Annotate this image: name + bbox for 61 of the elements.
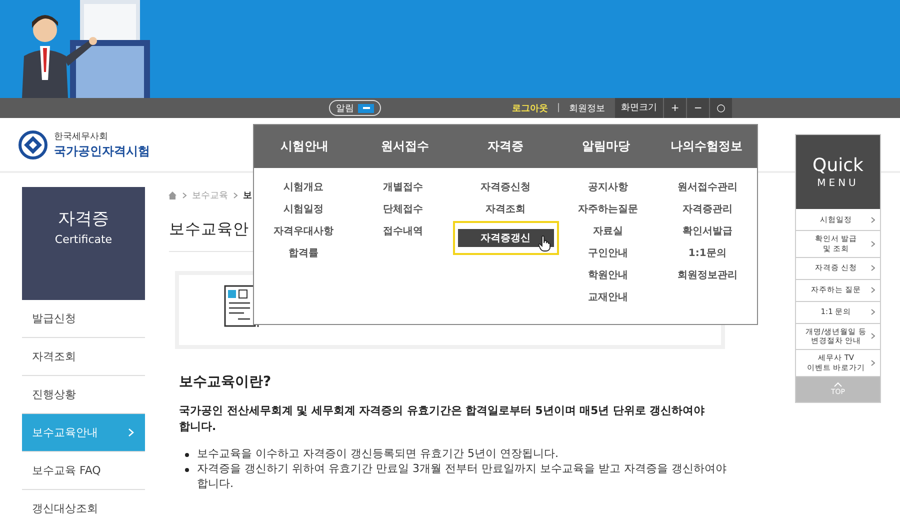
- menu-tab[interactable]: 알림마당: [556, 125, 656, 168]
- section-subtitle: Certificate: [54, 233, 112, 246]
- menu-item[interactable]: 접수내역: [378, 224, 427, 238]
- logo-icon: [18, 130, 48, 160]
- menu-tab[interactable]: 시험안내: [254, 125, 355, 168]
- caret-up-icon: [834, 382, 842, 387]
- chevron-icon: [128, 428, 135, 437]
- section-title: 자격증: [58, 208, 109, 230]
- breadcrumb-link[interactable]: 보: [243, 188, 252, 202]
- quick-menu-title: Quick: [812, 155, 864, 176]
- sidebar-item[interactable]: 갱신대상조회: [22, 490, 145, 522]
- menu-tab[interactable]: 자격증: [455, 125, 556, 168]
- chevron-icon: [871, 360, 875, 366]
- menu-item[interactable]: 자료실: [589, 224, 628, 238]
- menu-item[interactable]: 자격증갱신: [458, 229, 554, 247]
- font-size-label: 화면크기: [615, 98, 664, 118]
- menu-item[interactable]: 회원정보관리: [673, 268, 742, 282]
- chevron-icon: [182, 192, 187, 198]
- lead-paragraph: 국가공인 전산세무회계 및 세무회계 자격증의 유효기간은 합격일로부터 5년이며 매5년 단위로 갱신하여야 합니다.: [179, 403, 706, 436]
- chevron-icon: [871, 216, 875, 222]
- bullet-icon: [185, 468, 189, 472]
- menu-item[interactable]: 자격우대사항: [270, 224, 338, 238]
- home-icon: [168, 190, 177, 200]
- chevron-icon: [871, 309, 875, 315]
- chevron-icon: [233, 192, 238, 198]
- section-heading: 보수교육이란?: [179, 373, 272, 391]
- chevron-icon: [871, 265, 875, 271]
- organization-name: 한국세무사회: [54, 130, 109, 142]
- font-size-button[interactable]: +: [663, 98, 686, 118]
- alert-toggle[interactable]: 알림: [329, 100, 381, 116]
- member-info-link[interactable]: 회원정보: [569, 102, 606, 114]
- bullet-item: 자격증을 갱신하기 위하여 유효기간 만료일 3개월 전부터 만료일까지 보수교육을 받고 자격증을 갱신하여야 합니다.: [197, 462, 728, 492]
- font-size-button[interactable]: ○: [709, 98, 732, 118]
- quick-menu-subtitle: MENU: [817, 178, 859, 189]
- menu-item[interactable]: 자격조회: [482, 202, 530, 216]
- menu-tab[interactable]: 나의수험정보: [656, 125, 757, 168]
- sidebar-item[interactable]: 보수교육 FAQ: [22, 452, 145, 490]
- menu-item[interactable]: 단체접수: [378, 202, 427, 216]
- bullet-icon: [185, 453, 189, 458]
- menu-item[interactable]: 학원안내: [584, 268, 632, 282]
- menu-item[interactable]: 공지사항: [584, 180, 632, 194]
- menu-item[interactable]: 교재안내: [584, 290, 632, 304]
- menu-item[interactable]: 시험개요: [280, 180, 328, 194]
- site-title: 국가공인자격시험: [54, 142, 150, 160]
- hand-cursor-icon: [538, 235, 550, 252]
- logout-link[interactable]: 로그아웃: [512, 102, 548, 114]
- bullet-item: 보수교육을 이수하고 자격증이 갱신등록되면 유효기간 5년이 연장됩니다.: [197, 447, 560, 462]
- menu-item[interactable]: 시험일정: [280, 202, 328, 216]
- menu-item[interactable]: 자격증신청: [476, 180, 534, 194]
- menu-tab[interactable]: 원서접수: [354, 125, 456, 168]
- menu-item[interactable]: 자격증관리: [678, 202, 736, 216]
- sidebar-item[interactable]: 자격조회: [22, 338, 145, 376]
- font-size-button[interactable]: −: [686, 98, 710, 118]
- chevron-icon: [871, 240, 875, 247]
- menu-item[interactable]: 개별접수: [378, 180, 427, 194]
- chevron-icon: [871, 287, 875, 293]
- separator: |: [557, 103, 560, 113]
- menu-item[interactable]: 자주하는질문: [574, 202, 642, 216]
- sidebar-item[interactable]: 발급신청: [22, 300, 145, 338]
- chevron-icon: [871, 333, 875, 340]
- menu-item[interactable]: 원서접수관리: [673, 180, 742, 194]
